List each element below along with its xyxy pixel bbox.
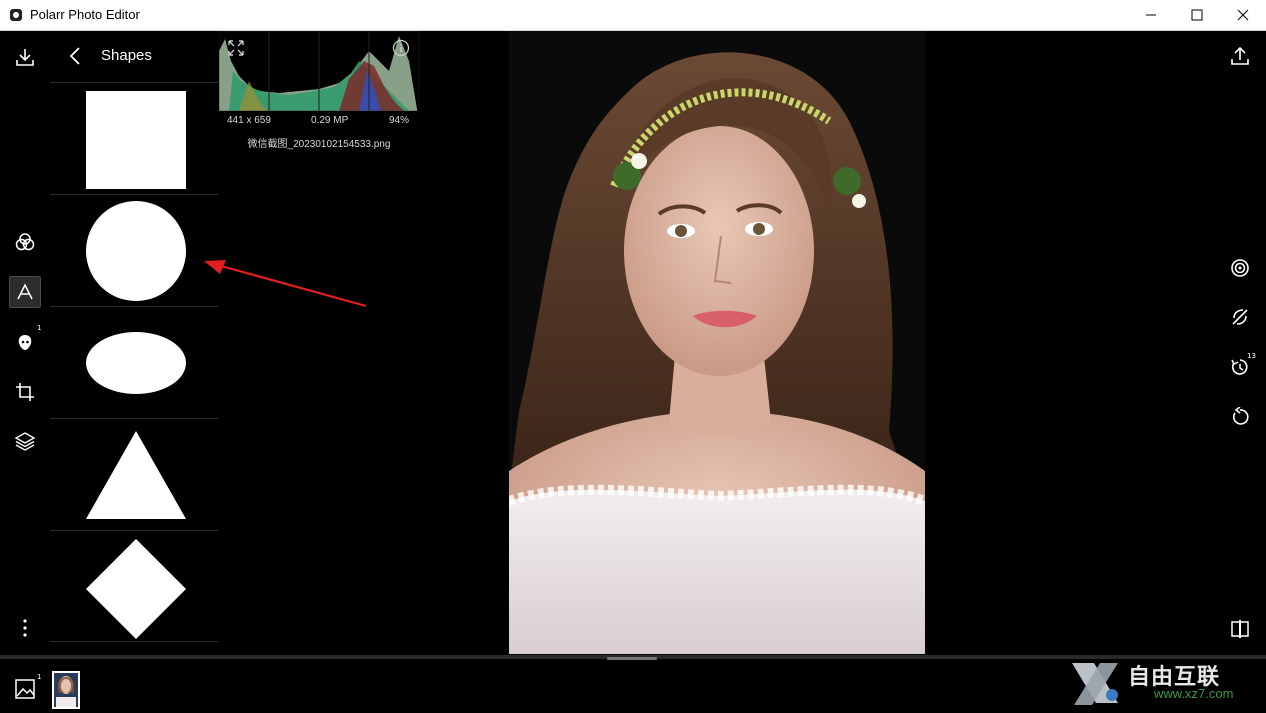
- history-icon[interactable]: 13: [1225, 352, 1256, 382]
- reset-icon[interactable]: [1225, 402, 1255, 432]
- watermark: 自由互联 www.xz7.com: [1066, 655, 1266, 713]
- minimize-button[interactable]: [1128, 0, 1174, 31]
- face-badge: 1: [37, 324, 42, 332]
- expand-icon[interactable]: [227, 39, 245, 61]
- annotation-arrow: [200, 254, 370, 314]
- diamond-shape-icon: [86, 539, 186, 639]
- shapes-panel-title: Shapes: [101, 47, 152, 64]
- square-shape-icon: [86, 91, 186, 189]
- brush-icon[interactable]: [1225, 253, 1255, 283]
- gallery-icon[interactable]: 1: [15, 673, 41, 703]
- app-logo-icon: [10, 9, 22, 21]
- close-button[interactable]: [1220, 0, 1266, 31]
- gallery-badge: 1: [37, 673, 42, 681]
- image-filename: 微信截图_20230102154533.png: [247, 139, 391, 150]
- shape-item-ellipse[interactable]: [50, 306, 218, 418]
- info-icon[interactable]: [392, 39, 410, 61]
- download-icon[interactable]: [9, 41, 41, 73]
- zoom-level: 94%: [389, 115, 410, 126]
- filters-icon[interactable]: [9, 226, 41, 258]
- face-icon[interactable]: 1: [9, 324, 42, 358]
- export-icon[interactable]: [1225, 41, 1255, 71]
- shape-item-triangle[interactable]: [50, 418, 218, 530]
- ellipse-shape-icon: [86, 332, 186, 394]
- watermark-url: www.xz7.com: [1154, 686, 1234, 701]
- image-dimensions: 441 x 659: [227, 115, 271, 126]
- left-toolbar: 1: [0, 31, 50, 655]
- layers-icon[interactable]: [9, 425, 41, 457]
- compare-icon[interactable]: [1225, 614, 1255, 644]
- shapes-panel-header: Shapes: [50, 31, 218, 81]
- maximize-button[interactable]: [1174, 0, 1220, 31]
- panel-drag-handle[interactable]: [607, 657, 657, 660]
- photo-thumbnail[interactable]: [52, 671, 80, 709]
- crop-icon[interactable]: [9, 376, 41, 408]
- window-title: Polarr Photo Editor: [30, 7, 140, 22]
- shape-item-circle[interactable]: [50, 194, 218, 306]
- title-bar: Polarr Photo Editor: [0, 0, 1266, 31]
- text-tool-icon[interactable]: [9, 276, 41, 308]
- back-chevron-icon[interactable]: [69, 47, 81, 69]
- image-megapixels: 0.29 MP: [311, 115, 349, 126]
- history-badge: 13: [1247, 352, 1256, 360]
- triangle-shape-icon: [86, 431, 186, 519]
- shape-item-diamond[interactable]: [50, 530, 218, 642]
- photo-canvas[interactable]: [509, 31, 925, 654]
- histogram: [218, 30, 420, 112]
- shape-item-square[interactable]: [50, 82, 218, 194]
- healing-icon[interactable]: [1225, 302, 1255, 332]
- more-options-icon[interactable]: [9, 612, 41, 644]
- shapes-list: [50, 82, 218, 642]
- circle-shape-icon: [86, 201, 186, 301]
- watermark-logo-icon: [1072, 663, 1118, 705]
